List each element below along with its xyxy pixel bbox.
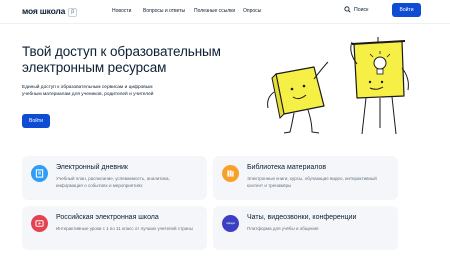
card-russian-e-school[interactable]: Российская электронная школа Интерактивн… xyxy=(22,206,207,250)
card-title: Электронный дневник xyxy=(56,164,128,171)
card-description: Электронные книги, курсы, обучающие виде… xyxy=(247,176,377,188)
site-logo[interactable]: моя школа β xyxy=(22,6,78,17)
beta-badge: β xyxy=(68,8,78,17)
card-description: Платформа для учёбы и общения xyxy=(247,226,319,231)
nav-link-polls[interactable]: Опросы xyxy=(243,8,261,14)
nav-link-faq[interactable]: Вопросы и ответы xyxy=(143,8,185,14)
hero-description: Единый доступ к образовательным сервисам… xyxy=(22,85,154,97)
card-title: Чаты, видеозвонки, конференции xyxy=(247,214,357,221)
card-title: Российская электронная школа xyxy=(56,214,159,221)
header-login-button[interactable]: Войти xyxy=(392,3,421,17)
flipchart-character xyxy=(350,37,409,135)
hero-illustration xyxy=(267,37,409,135)
card-chats-video-calls[interactable]: сферум Чаты, видеозвонки, конференции Пл… xyxy=(213,206,398,250)
card-materials-library[interactable]: Библиотека материалов Электронные книги,… xyxy=(213,156,398,200)
site-header: моя школа β Новости Вопросы и ответы Поле… xyxy=(0,0,450,24)
search-button[interactable]: Поиск xyxy=(344,6,368,13)
card-title: Библиотека материалов xyxy=(247,164,327,171)
video-lesson-icon xyxy=(31,215,48,232)
card-description: Учебный план, расписание, успеваемость, … xyxy=(56,176,170,188)
search-icon xyxy=(344,6,351,13)
tablet-character xyxy=(267,61,329,134)
logo-text: моя школа xyxy=(22,6,66,16)
nav-link-useful-links[interactable]: Полезные ссылки xyxy=(194,8,235,14)
sferum-logo-icon: сферум xyxy=(222,215,239,232)
card-description: Интерактивные уроки с 1 по 11 класс от л… xyxy=(56,226,193,231)
library-icon xyxy=(222,165,239,182)
hero-login-button[interactable]: Войти xyxy=(22,114,50,128)
search-label: Поиск xyxy=(354,7,369,13)
diary-icon xyxy=(31,165,48,182)
card-electronic-diary[interactable]: Электронный дневник Учебный план, распис… xyxy=(22,156,207,200)
nav-link-news[interactable]: Новости xyxy=(112,8,131,14)
hero-title: Твой доступ к образовательным электронны… xyxy=(22,44,221,75)
